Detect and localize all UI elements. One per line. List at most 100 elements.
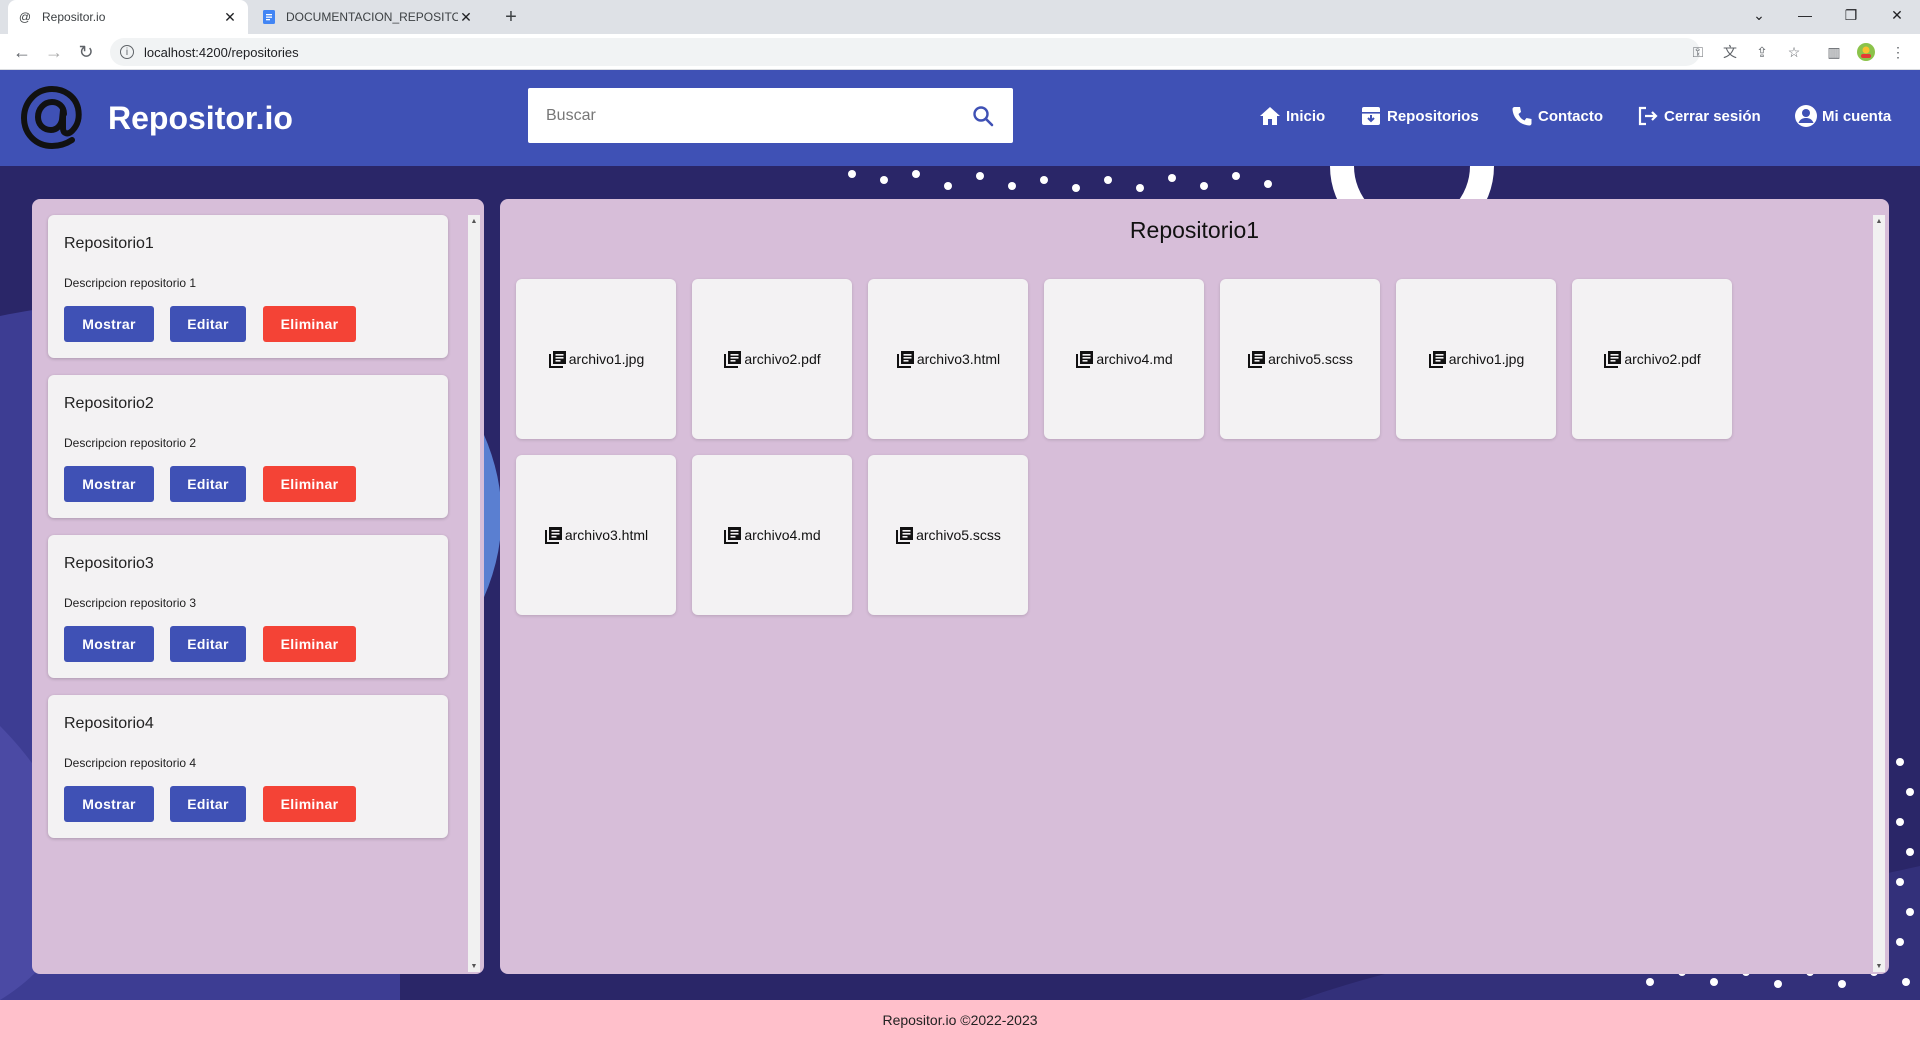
nav-repositorios[interactable]: Repositorios (1359, 100, 1479, 132)
file-card[interactable]: archivo3.html (868, 279, 1028, 439)
file-card[interactable]: archivo3.html (516, 455, 676, 615)
file-card[interactable]: archivo5.scss (868, 455, 1028, 615)
list-scrollbar[interactable]: ▲ ▼ (468, 215, 480, 972)
show-button[interactable]: Mostrar (64, 306, 154, 342)
file-name: archivo1.jpg (1448, 351, 1525, 367)
file-card[interactable]: archivo2.pdf (1572, 279, 1732, 439)
minimize-button[interactable]: — (1782, 0, 1828, 30)
file-name: archivo4.md (1096, 351, 1173, 367)
search-icon[interactable] (971, 104, 995, 128)
back-icon[interactable]: ← (8, 38, 36, 66)
repository-description: Descripcion repositorio 2 (64, 436, 197, 450)
file-card[interactable]: archivo1.jpg (516, 279, 676, 439)
scroll-up-icon[interactable]: ▲ (468, 215, 480, 227)
search-input[interactable] (544, 105, 971, 126)
file-name: archivo5.scss (1268, 351, 1353, 367)
repository-card: Repositorio3 Descripcion repositorio 3 M… (48, 535, 448, 678)
browser-tab-docs[interactable]: DOCUMENTACION_REPOSITOR.I ✕ (252, 0, 484, 34)
file-name: archivo1.jpg (568, 351, 645, 367)
scroll-down-icon[interactable]: ▼ (468, 960, 480, 972)
file-library-icon (548, 351, 566, 368)
close-tab-icon[interactable]: ✕ (222, 9, 238, 26)
translate-icon[interactable]: ⽂ (1720, 42, 1740, 62)
file-name: archivo4.md (744, 527, 821, 543)
search-box (528, 88, 1013, 143)
show-button[interactable]: Mostrar (64, 626, 154, 662)
edit-button[interactable]: Editar (170, 466, 246, 502)
file-library-icon (896, 351, 914, 368)
key-icon[interactable]: ⚿ (1688, 42, 1708, 62)
nav-label: Cerrar sesión (1664, 107, 1761, 125)
delete-button[interactable]: Eliminar (263, 306, 356, 342)
file-library-icon (724, 527, 742, 544)
footer-text: Repositor.io ©2022-2023 (882, 1012, 1038, 1028)
file-card[interactable]: archivo4.md (692, 455, 852, 615)
repository-icon (1359, 104, 1383, 128)
repository-name: Repositorio1 (64, 235, 154, 252)
file-card[interactable]: archivo5.scss (1220, 279, 1380, 439)
repository-card: Repositorio2 Descripcion repositorio 2 M… (48, 375, 448, 518)
side-panel-icon[interactable]: ▥ (1824, 42, 1844, 62)
repository-list-panel: Repositorio1 Descripcion repositorio 1 M… (32, 199, 484, 974)
file-name: archivo5.scss (916, 527, 1001, 543)
file-name: archivo2.pdf (744, 351, 821, 367)
at-logo-icon[interactable] (18, 84, 86, 152)
home-icon (1258, 104, 1282, 128)
nav-label: Contacto (1538, 107, 1603, 125)
brand-title[interactable]: Repositor.io (108, 100, 293, 137)
page-footer: Repositor.io ©2022-2023 (0, 1000, 1920, 1040)
file-name: archivo3.html (916, 351, 1001, 367)
show-button[interactable]: Mostrar (64, 466, 154, 502)
reload-icon[interactable]: ↻ (72, 38, 100, 66)
nav-cerrar-sesion[interactable]: Cerrar sesión (1636, 100, 1761, 132)
delete-button[interactable]: Eliminar (263, 786, 356, 822)
scroll-down-icon[interactable]: ▼ (1873, 960, 1885, 972)
file-library-icon (1428, 351, 1446, 368)
share-icon[interactable]: ⇪ (1752, 42, 1772, 62)
browser-menu-icon[interactable]: ⋮ (1888, 42, 1908, 62)
forward-icon[interactable]: → (40, 38, 68, 66)
nav-mi-cuenta[interactable]: Mi cuenta (1794, 100, 1891, 132)
delete-button[interactable]: Eliminar (263, 466, 356, 502)
browser-tab-active[interactable]: @ Repositor.io ✕ (8, 0, 248, 34)
nav-inicio[interactable]: Inicio (1258, 100, 1325, 132)
bookmark-star-icon[interactable]: ☆ (1784, 42, 1804, 62)
repository-description: Descripcion repositorio 4 (64, 756, 197, 770)
repository-card: Repositorio4 Descripcion repositorio 4 M… (48, 695, 448, 838)
edit-button[interactable]: Editar (170, 626, 246, 662)
restore-button[interactable]: ❐ (1828, 0, 1874, 30)
file-library-icon (1604, 351, 1622, 368)
browser-tab-bar: @ Repositor.io ✕ DOCUMENTACION_REPOSITOR… (0, 0, 1920, 34)
url-field[interactable]: i localhost:4200/repositories (110, 38, 1700, 66)
site-info-icon[interactable]: i (120, 45, 134, 59)
file-library-icon (724, 351, 742, 368)
tab-search-icon[interactable]: ⌄ (1736, 0, 1782, 30)
show-button[interactable]: Mostrar (64, 786, 154, 822)
selected-repository-title: Repositorio1 (1129, 217, 1260, 243)
nav-contacto[interactable]: Contacto (1510, 100, 1603, 132)
at-sign-icon: @ (18, 10, 32, 24)
account-icon (1794, 104, 1818, 128)
repository-name: Repositorio4 (64, 715, 154, 732)
new-tab-button[interactable]: + (498, 4, 524, 30)
file-library-icon (1248, 351, 1266, 368)
repository-card: Repositorio1 Descripcion repositorio 1 M… (48, 215, 448, 358)
file-library-icon (896, 527, 914, 544)
address-bar: ← → ↻ i localhost:4200/repositories ⚿ ⽂ … (0, 34, 1920, 70)
profile-avatar-icon[interactable] (1856, 42, 1876, 62)
phone-icon (1510, 104, 1534, 128)
delete-button[interactable]: Eliminar (263, 626, 356, 662)
edit-button[interactable]: Editar (170, 786, 246, 822)
file-card[interactable]: archivo4.md (1044, 279, 1204, 439)
close-window-button[interactable]: ✕ (1874, 0, 1920, 30)
detail-scrollbar[interactable]: ▲ ▼ (1873, 215, 1885, 972)
file-card[interactable]: archivo2.pdf (692, 279, 852, 439)
tab-title: Repositor.io (42, 10, 106, 24)
nav-label: Repositorios (1387, 107, 1479, 125)
scroll-up-icon[interactable]: ▲ (1873, 215, 1885, 227)
tab-title: DOCUMENTACION_REPOSITOR.I (286, 10, 458, 24)
edit-button[interactable]: Editar (170, 306, 246, 342)
close-tab-icon[interactable]: ✕ (458, 9, 474, 26)
repository-name: Repositorio3 (64, 555, 154, 572)
file-card[interactable]: archivo1.jpg (1396, 279, 1556, 439)
